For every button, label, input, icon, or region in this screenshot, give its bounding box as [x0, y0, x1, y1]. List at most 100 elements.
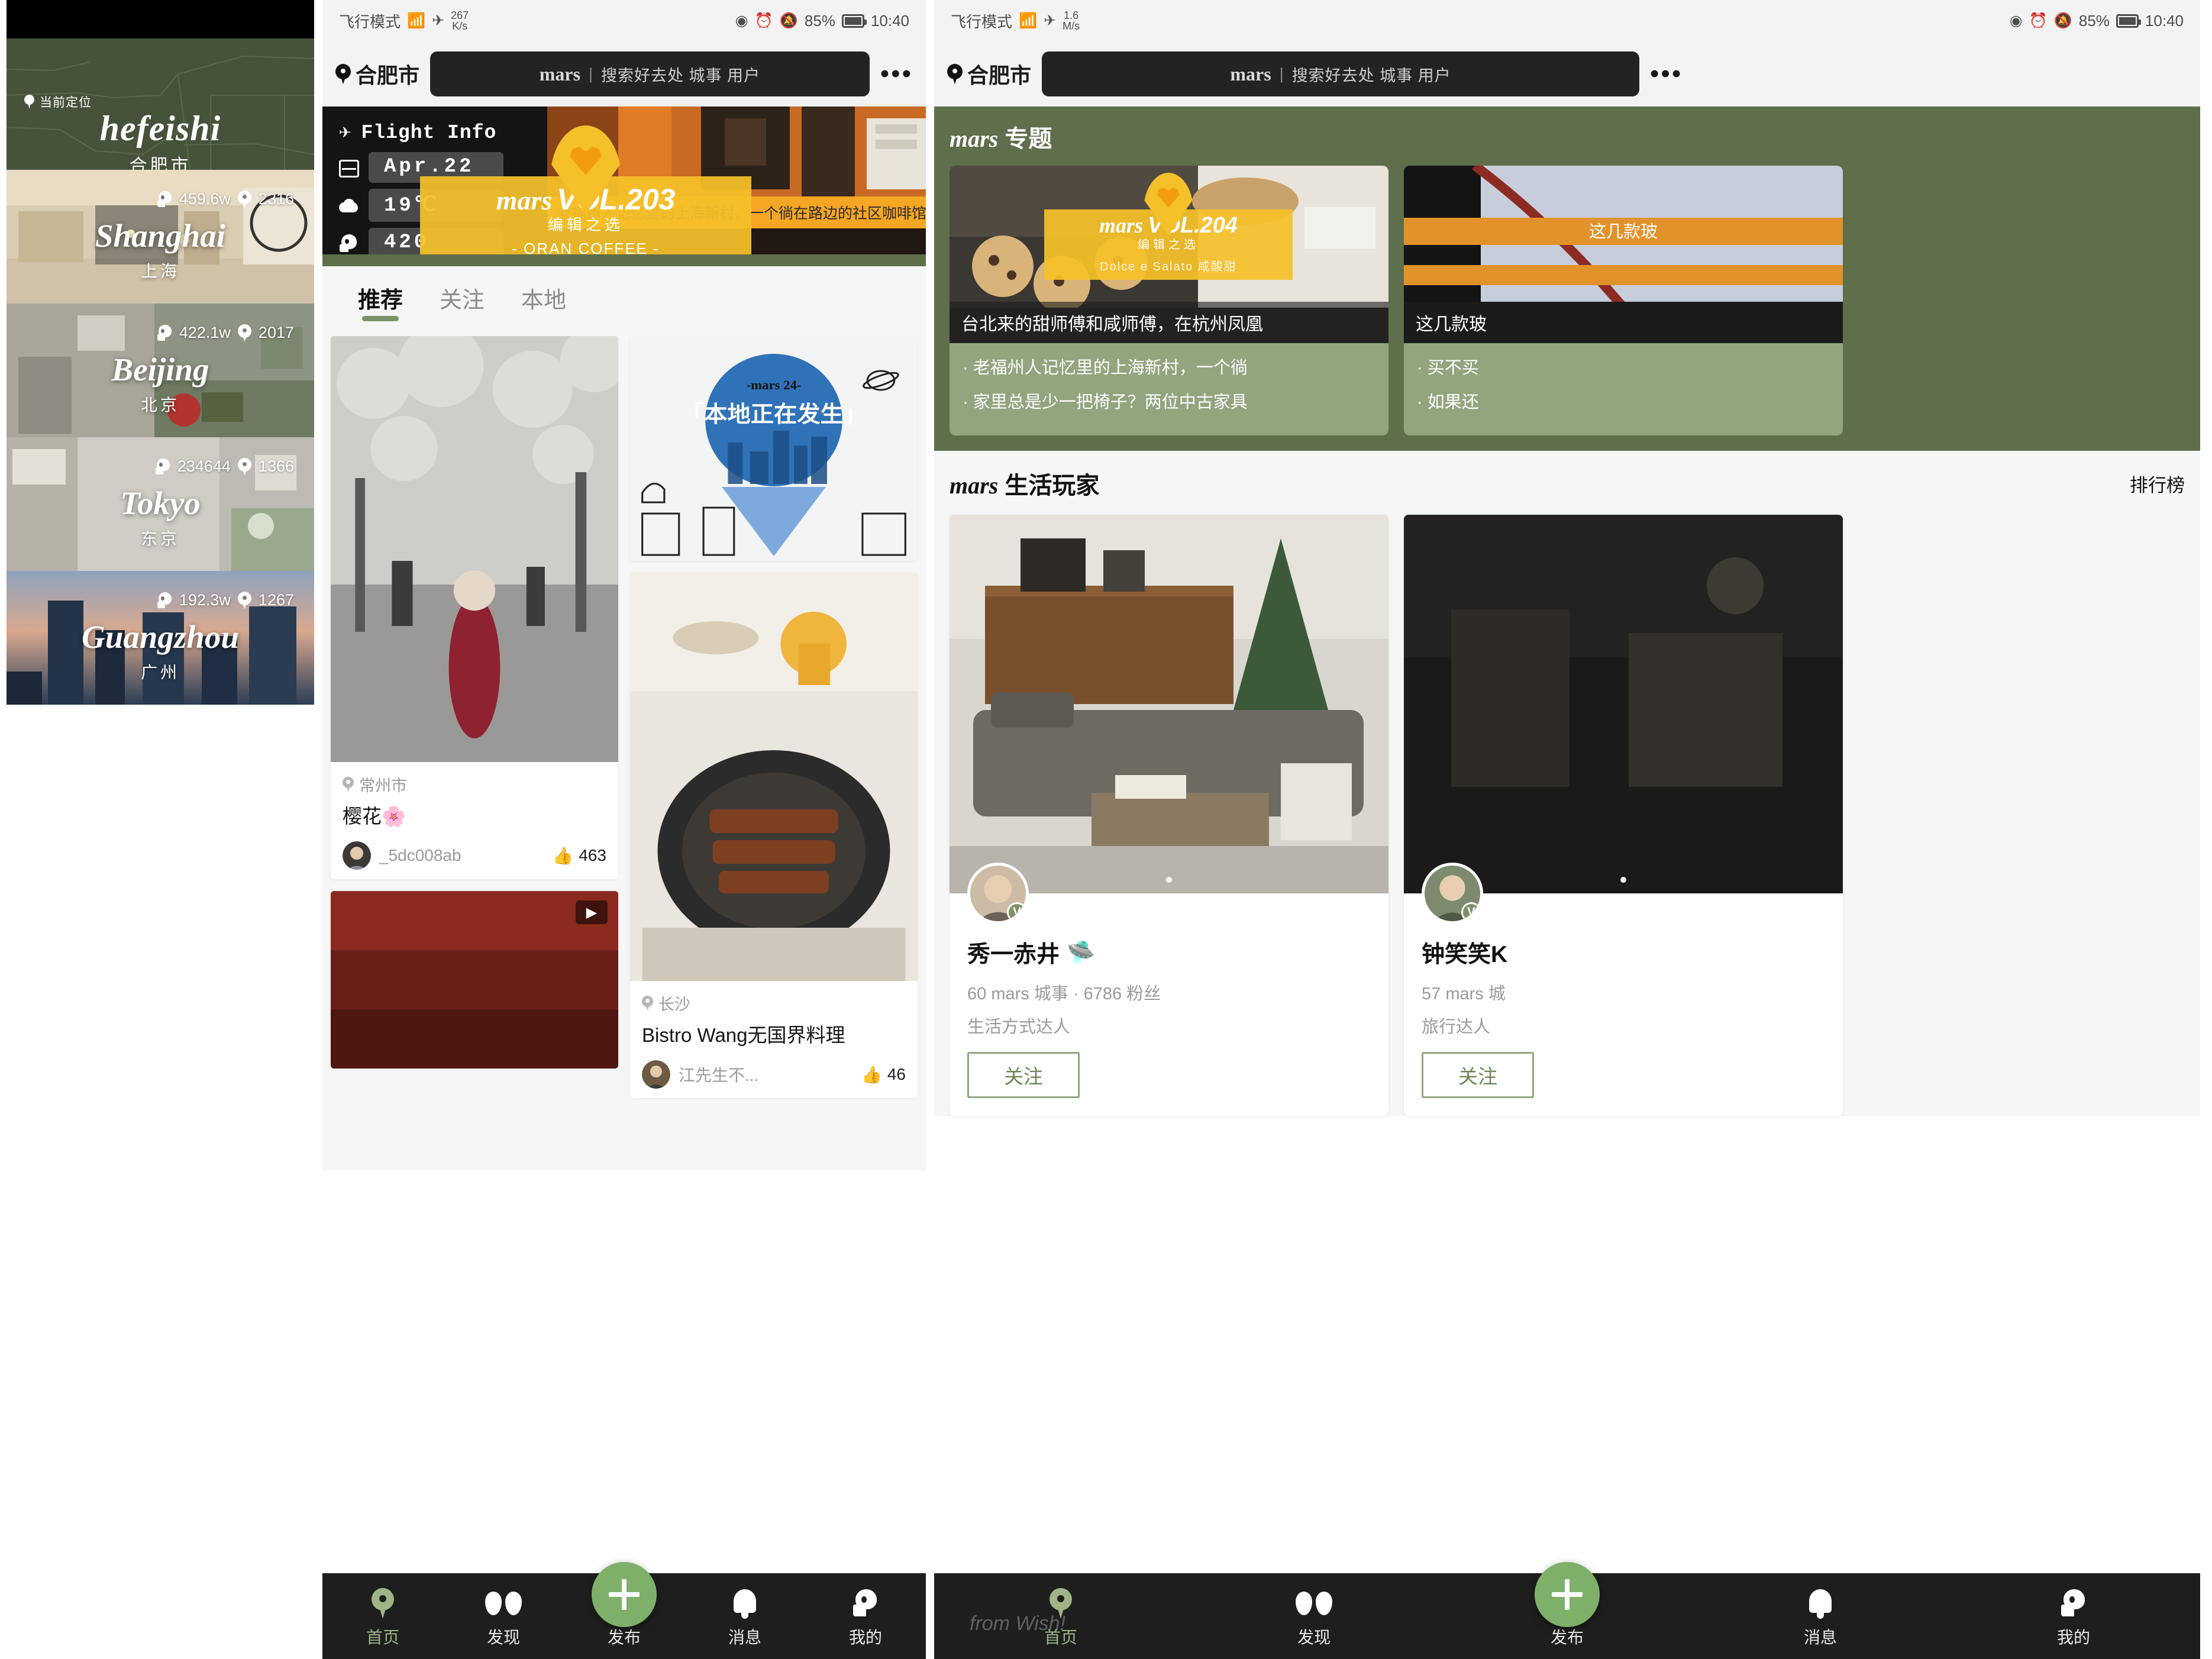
topic-list-item[interactable]: · 买不买	[1417, 354, 1830, 379]
panel-city-list: 当前定位 hefeishi 合肥市 459.6w 2316 Shanghai 上…	[7, 0, 314, 1659]
alarm-icon: ⏰	[2029, 12, 2048, 29]
panel-home-feed: 飞行模式 📶 ✈ 267 K/s ◉ ⏰ 🔕 85% 10:40 合肥市 mar…	[322, 0, 926, 1659]
follow-button[interactable]: 关注	[967, 1052, 1080, 1098]
status-bar: 飞行模式 📶 ✈ 267 K/s ◉ ⏰ 🔕 85% 10:40	[322, 0, 926, 41]
play-icon[interactable]: ▶	[576, 900, 608, 925]
feed-card-promo[interactable]: -mars 24- 「本地正在发生」	[630, 336, 918, 561]
verified-badge: V	[1007, 902, 1026, 921]
nav-item-profile[interactable]: 我的	[805, 1587, 926, 1659]
avatar[interactable]: V	[1422, 863, 1483, 924]
nav-item-discover[interactable]: 发现	[1187, 1587, 1441, 1659]
city-name-en: Shanghai	[95, 218, 226, 254]
topic-item-list: · 买不买 · 如果还	[1404, 343, 1843, 435]
tab-recommend[interactable]: 推荐	[358, 282, 403, 321]
players-heading-brand: mars	[950, 472, 999, 499]
city-card-shanghai[interactable]: 459.6w 2316 Shanghai 上海	[7, 170, 314, 304]
topic-card[interactable]: 这几款玻 这几款玻 · 买不买 · 如果还	[1404, 166, 1843, 435]
player-tag: 旅行达人	[1422, 1018, 1491, 1037]
nav-label-home: 首页	[366, 1628, 399, 1647]
emblem-store: - ORAN COFFEE -	[512, 240, 660, 254]
feed-card[interactable]: ▶	[331, 891, 618, 1069]
place-pin-icon	[237, 457, 251, 476]
tab-local[interactable]: 本地	[521, 282, 566, 321]
promo-photo: -mars 24- 「本地正在发生」	[630, 336, 918, 561]
feed-photo: ▶	[331, 891, 618, 1069]
cloud-icon	[339, 195, 359, 215]
ranking-link[interactable]: 排行榜	[2130, 470, 2185, 497]
topic-card[interactable]: mars VOL.204 编辑之选 Dolce e Salato 咸酸甜 台北来…	[950, 166, 1388, 435]
follow-button[interactable]: 关注	[1422, 1052, 1534, 1098]
nav-item-home[interactable]: 首页	[322, 1587, 443, 1659]
player-body: V 钟笑笑K 57 mars 城 旅行达人 关注	[1404, 863, 1843, 1116]
feed-card[interactable]: 长沙 Bistro Wang无国界料理 江先生不... 👍 46	[630, 573, 918, 1099]
player-name-row: 钟笑笑K	[1422, 936, 1825, 969]
avatar-photo	[343, 841, 371, 870]
player-card[interactable]: V 钟笑笑K 57 mars 城 旅行达人 关注	[1404, 515, 1843, 1116]
nav-item-messages[interactable]: 消息	[684, 1587, 805, 1659]
city-card-guangzhou[interactable]: 192.3w 1267 Guangzhou 广州	[7, 571, 314, 705]
player-name-row: 秀一赤井 🛸	[967, 936, 1371, 969]
player-stats: 57 mars 城	[1422, 985, 1506, 1003]
feed-likes[interactable]: 👍 46	[861, 1065, 906, 1085]
player-card[interactable]: V 秀一赤井 🛸 60 mars 城事 · 6786 粉丝 生活方式达人 关注	[950, 515, 1388, 1116]
city-card-beijing[interactable]: 422.1w 2017 Beijing 北京	[7, 304, 314, 437]
city-name-en: Tokyo	[120, 485, 201, 521]
search-input[interactable]: mars | 搜索好去处 城事 用户	[430, 51, 870, 96]
avatar-photo	[642, 1060, 670, 1089]
city-selector[interactable]: 合肥市	[335, 59, 419, 89]
feed-author[interactable]: _5dc008ab	[343, 841, 461, 870]
player-name: 钟笑笑K	[1422, 942, 1508, 967]
more-options-icon[interactable]: •••	[1650, 61, 1683, 87]
feed-likes[interactable]: 👍 463	[553, 846, 606, 866]
topic-card-row: mars VOL.204 编辑之选 Dolce e Salato 咸酸甜 台北来…	[950, 166, 2185, 435]
publish-fab-button[interactable]	[592, 1562, 657, 1627]
flight-info-banner[interactable]: ✈ Flight Info Apr.22 19℃ 420 mars VOL.20…	[322, 106, 926, 254]
nav-item-messages[interactable]: 消息	[1694, 1587, 1947, 1659]
topic-list-item[interactable]: · 家里总是少一把椅子？两位中古家具	[963, 388, 1375, 413]
carousel-dots[interactable]	[1620, 877, 1626, 883]
network-speed: 1.6 M/s	[1063, 10, 1080, 31]
publish-fab-button[interactable]	[1535, 1562, 1600, 1627]
topic-image: mars VOL.204 编辑之选 Dolce e Salato 咸酸甜 台北来…	[950, 166, 1388, 343]
topic-image-top-caption: 这几款玻	[1588, 222, 1658, 241]
players-section: mars 生活玩家 排行榜 V 秀一赤井 🛸 60 mars 城事 · 6786…	[934, 451, 2200, 1116]
topic-heading-text: 专题	[1005, 126, 1052, 152]
nav-item-discover[interactable]: 发现	[443, 1587, 564, 1659]
player-tag: 生活方式达人	[967, 1018, 1071, 1037]
eye-icon: ◉	[2009, 12, 2023, 29]
carousel-dots[interactable]	[1166, 877, 1172, 883]
topic-heading: mars 专题	[950, 120, 2185, 154]
carousel-dot[interactable]	[1620, 877, 1626, 883]
city-selector[interactable]: 合肥市	[947, 59, 1031, 89]
city-card-tokyo[interactable]: 234644 1366 Tokyo 东京	[7, 437, 314, 571]
tab-following[interactable]: 关注	[440, 282, 485, 321]
feed-author[interactable]: 江先生不...	[642, 1060, 758, 1089]
more-options-icon[interactable]: •••	[880, 61, 913, 87]
feed-author-name: 江先生不...	[679, 1066, 759, 1085]
airplane-mode-label: 飞行模式	[339, 12, 401, 31]
topic-list-item[interactable]: · 老福州人记忆里的上海新村，一个徜	[963, 354, 1375, 379]
nav-item-profile[interactable]: 我的	[1947, 1587, 2200, 1659]
feed-location-label: 长沙	[658, 996, 690, 1014]
svg-text:-mars 24-: -mars 24-	[747, 377, 802, 392]
nav-label-discover: 发现	[1297, 1628, 1331, 1647]
avatar[interactable]: V	[967, 863, 1029, 924]
topic-list-item[interactable]: · 如果还	[1417, 388, 1830, 413]
player-name: 秀一赤井	[967, 942, 1060, 967]
avatar	[343, 841, 371, 870]
search-input[interactable]: mars | 搜索好去处 城事 用户	[1042, 51, 1640, 96]
place-pin-icon	[237, 190, 251, 208]
speed-value: 1.6	[1064, 9, 1079, 21]
carousel-dot[interactable]	[1166, 877, 1172, 883]
nav-label-profile: 我的	[2056, 1628, 2090, 1647]
panel-discover: 飞行模式 📶 ✈ 1.6 M/s ◉ ⏰ 🔕 85% 10:40 合肥市 mar…	[934, 0, 2200, 1659]
editors-choice-emblem: mars VOL.203 编辑之选 - ORAN COFFEE -	[420, 125, 751, 254]
people-icon	[339, 233, 359, 253]
brand-label: mars	[539, 63, 581, 85]
feed-footer: 江先生不... 👍 46	[642, 1060, 906, 1089]
pin-icon	[372, 1588, 394, 1619]
profile-icon	[2061, 1589, 2086, 1618]
feed-footer: _5dc008ab 👍 463	[343, 841, 606, 870]
feed-card[interactable]: 常州市 樱花🌸 _5dc008ab 👍 463	[331, 336, 618, 880]
feed-photo	[630, 573, 918, 981]
